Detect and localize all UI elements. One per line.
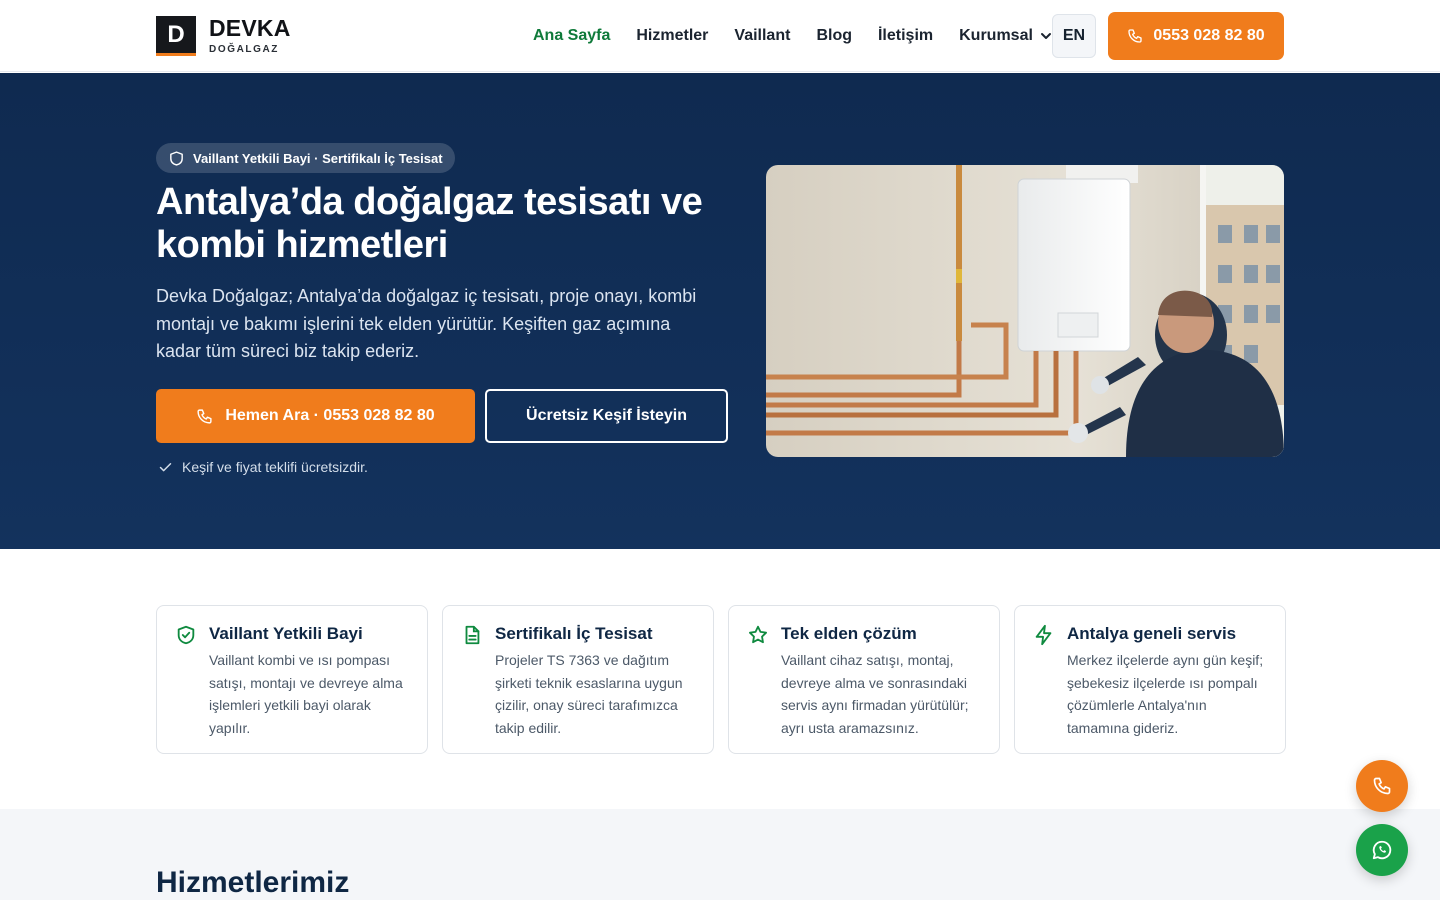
nav-item-services[interactable]: Hizmetler [636, 27, 708, 45]
floating-call-button[interactable] [1356, 760, 1408, 812]
hero-section: Vaillant Yetkili Bayi · Sertifikalı İç T… [0, 73, 1440, 549]
phone-icon [1128, 29, 1143, 43]
feature-text: Vaillant cihaz satışı, montaj, devreye a… [781, 652, 969, 736]
logo[interactable]: D DEVKA DOĞALGAZ [156, 16, 291, 56]
lightning-icon [1035, 624, 1052, 646]
site-header: D DEVKA DOĞALGAZ Ana Sayfa Hizmetler Vai… [0, 0, 1440, 72]
chevron-down-icon [1040, 33, 1051, 39]
nav-item-home[interactable]: Ana Sayfa [533, 27, 610, 45]
document-icon [465, 625, 480, 645]
star-icon [749, 625, 767, 644]
hero-badge-text: Vaillant Yetkili Bayi · Sertifikalı İç T… [193, 150, 443, 166]
call-now-button[interactable]: Hemen Ara · 0553 028 82 80 [156, 389, 475, 443]
feature-text: Projeler TS 7363 ve dağıtım şirketi tekn… [495, 652, 683, 736]
shield-icon [177, 625, 195, 645]
phone-icon [197, 408, 212, 424]
services-title: Hizmetlerimiz [156, 866, 350, 899]
logo-mark: D [156, 16, 196, 56]
features-row: Vaillant Yetkili Bayi Vaillant kombi ve … [156, 605, 1286, 754]
whatsapp-icon [1372, 840, 1392, 860]
language-switch-button[interactable]: EN [1052, 14, 1096, 58]
hero-note-text: Keşif ve fiyat teklifi ücretsizdir. [182, 459, 368, 475]
main-nav: Ana Sayfa Hizmetler Vaillant Blog İletiş… [533, 24, 1053, 48]
check-icon [159, 462, 172, 471]
feature-card: Sertifikalı İç Tesisat Projeler TS 7363 … [442, 605, 714, 754]
nav-item-vaillant[interactable]: Vaillant [734, 27, 790, 45]
services-section: Hizmetlerimiz [0, 809, 1440, 900]
logo-name: DEVKA [209, 15, 291, 41]
feature-card: Vaillant Yetkili Bayi Vaillant kombi ve … [156, 605, 428, 754]
logo-subtitle: DOĞALGAZ [209, 44, 280, 55]
header-call-label: 0553 028 82 80 [1153, 27, 1265, 44]
feature-card: Tek elden çözüm Vaillant cihaz satışı, m… [728, 605, 1000, 754]
nav-item-corporate-label: Kurumsal [959, 27, 1033, 44]
call-now-label: Hemen Ara · 0553 028 82 80 [225, 407, 435, 424]
free-survey-button[interactable]: Ücretsiz Keşif İsteyin [485, 389, 728, 443]
feature-title: Vaillant Yetkili Bayi [209, 624, 363, 643]
hero-image-technician-installing-boiler [766, 165, 1284, 457]
nav-item-blog[interactable]: Blog [816, 27, 852, 45]
nav-item-corporate[interactable]: Kurumsal [959, 27, 1053, 45]
feature-title: Tek elden çözüm [781, 624, 917, 643]
hero-description: Devka Doğalgaz; Antalya’da doğalgaz iç t… [156, 286, 697, 361]
nav-item-contact[interactable]: İletişim [878, 27, 933, 45]
feature-text: Vaillant kombi ve ısı pompası satışı, mo… [209, 652, 403, 736]
floating-whatsapp-button[interactable] [1356, 824, 1408, 876]
feature-card: Antalya geneli servis Merkez ilçelerde a… [1014, 605, 1286, 754]
shield-icon [170, 150, 183, 166]
feature-title: Sertifikalı İç Tesisat [495, 624, 653, 643]
feature-text: Merkez ilçelerde aynı gün keşif; şebekes… [1067, 652, 1264, 736]
hero-badge: Vaillant Yetkili Bayi · Sertifikalı İç T… [156, 143, 455, 173]
hero-note: Keşif ve fiyat teklifi ücretsizdir. [158, 459, 368, 475]
header-call-button[interactable]: 0553 028 82 80 [1108, 12, 1284, 60]
hero-title: Antalya’da doğalgaz tesisatı ve kombi hi… [156, 181, 703, 266]
feature-title: Antalya geneli servis [1067, 624, 1237, 643]
phone-icon [1373, 777, 1391, 795]
